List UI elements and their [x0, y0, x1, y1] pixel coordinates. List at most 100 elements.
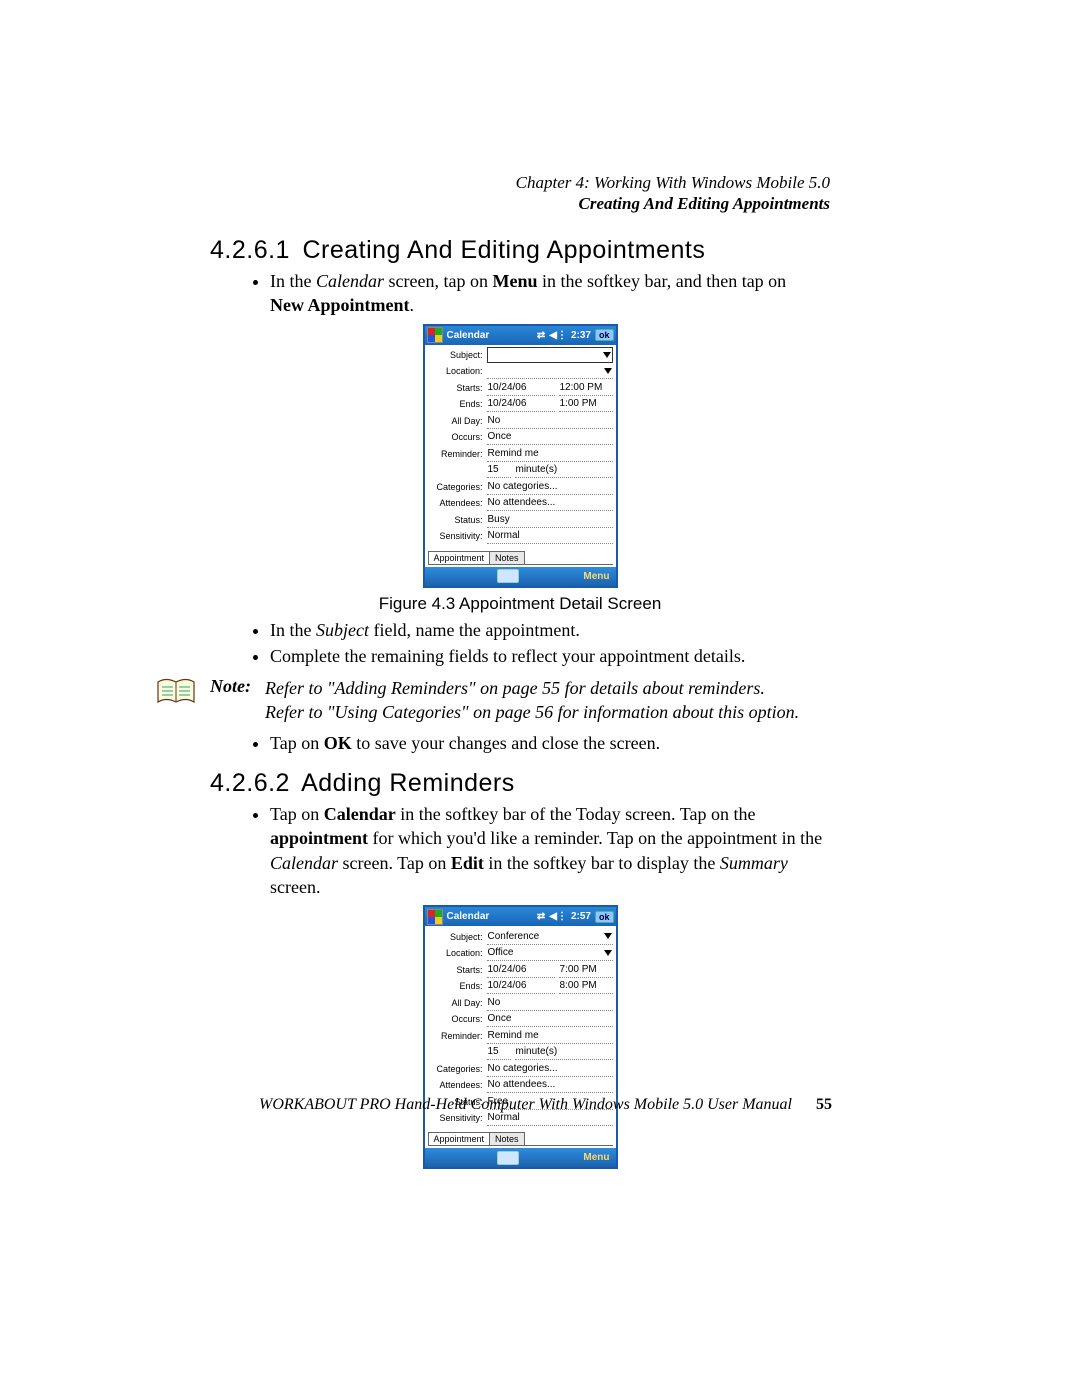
manual-page: Chapter 4: Working With Windows Mobile 5…: [0, 0, 1080, 1397]
ends-date-field[interactable]: 10/24/06: [487, 396, 555, 412]
allday-label: All Day:: [428, 998, 487, 1008]
starts-label: Starts:: [428, 383, 487, 393]
subject-label: Subject:: [428, 350, 487, 360]
wm-tabs: Appointment Notes: [428, 1132, 613, 1146]
subject-input[interactable]: [487, 347, 613, 363]
sensitivity-label: Sensitivity:: [428, 531, 487, 541]
reminder-num-field[interactable]: 15: [487, 1044, 511, 1060]
wm-titlebar: Calendar ⇄ ◀⋮ 2:57 ok: [425, 907, 616, 926]
wm-clock: 2:37: [571, 330, 591, 341]
wm-title: Calendar: [447, 911, 537, 922]
reminder-num-field[interactable]: 15: [487, 462, 511, 478]
reminder-field[interactable]: Remind me: [487, 446, 613, 462]
bullet-item: In the Subject field, name the appointme…: [270, 618, 830, 642]
appointment-detail-screenshot-2: Calendar ⇄ ◀⋮ 2:57 ok Subject: Conferenc…: [423, 905, 618, 1169]
attendees-field[interactable]: No attendees...: [487, 495, 613, 511]
location-field[interactable]: [487, 363, 613, 379]
sensitivity-label: Sensitivity:: [428, 1113, 487, 1123]
allday-field[interactable]: No: [487, 413, 613, 429]
figure-caption: Figure 4.3 Appointment Detail Screen: [210, 594, 830, 614]
appointment-detail-screenshot-1: Calendar ⇄ ◀⋮ 2:37 ok Subject: Location:…: [423, 324, 618, 588]
bullet-item: Tap on Calendar in the softkey bar of th…: [270, 802, 830, 899]
reminder-label: Reminder:: [428, 1031, 487, 1041]
categories-field[interactable]: No categories...: [487, 479, 613, 495]
header-subtitle: Creating And Editing Appointments: [516, 193, 830, 214]
bullet-item: Complete the remaining fields to reflect…: [270, 644, 830, 668]
tab-notes[interactable]: Notes: [489, 1132, 525, 1145]
keyboard-icon[interactable]: [497, 1151, 519, 1165]
ok-button[interactable]: ok: [595, 329, 614, 341]
tab-notes[interactable]: Notes: [489, 551, 525, 564]
bullet-list-1: In the Calendar screen, tap on Menu in t…: [270, 269, 830, 318]
note-book-icon: [156, 676, 210, 713]
bullet-item: Tap on OK to save your changes and close…: [270, 731, 830, 755]
occurs-label: Occurs:: [428, 1014, 487, 1024]
starts-time-field[interactable]: 7:00 PM: [559, 962, 613, 978]
allday-field[interactable]: No: [487, 995, 613, 1011]
speaker-icon: ◀⋮: [549, 330, 567, 341]
wm-titlebar: Calendar ⇄ ◀⋮ 2:37 ok: [425, 326, 616, 345]
footer-text: WORKABOUT PRO Hand-Held Computer With Wi…: [259, 1096, 792, 1113]
sensitivity-field[interactable]: Normal: [487, 528, 613, 544]
attendees-label: Attendees:: [428, 1080, 487, 1090]
note-text: Refer to "Adding Reminders" on page 55 f…: [265, 676, 799, 725]
occurs-field[interactable]: Once: [487, 1011, 613, 1027]
note-label: Note:: [210, 676, 265, 697]
starts-time-field[interactable]: 12:00 PM: [559, 380, 613, 396]
connectivity-icon: ⇄: [537, 330, 545, 341]
dropdown-icon[interactable]: [603, 352, 611, 358]
bullet-item: In the Calendar screen, tap on Menu in t…: [270, 269, 830, 318]
categories-label: Categories:: [428, 1064, 487, 1074]
ends-label: Ends:: [428, 399, 487, 409]
page-content: 4.2.6.1 Creating And Editing Appointment…: [210, 230, 830, 1171]
softkey-menu[interactable]: Menu: [583, 1152, 615, 1163]
reminder-unit-field[interactable]: minute(s): [515, 1044, 613, 1060]
reminder-unit-field[interactable]: minute(s): [515, 462, 613, 478]
wm-clock: 2:57: [571, 911, 591, 922]
section-heading-4261: 4.2.6.1 Creating And Editing Appointment…: [210, 236, 830, 265]
chapter-line: Chapter 4: Working With Windows Mobile 5…: [516, 172, 830, 193]
attendees-field[interactable]: No attendees...: [487, 1077, 613, 1093]
section-number: 4.2.6.1: [210, 236, 295, 265]
section-heading-4262: 4.2.6.2 Adding Reminders: [210, 769, 830, 798]
softkey-menu[interactable]: Menu: [583, 571, 615, 582]
attendees-label: Attendees:: [428, 498, 487, 508]
tab-appointment[interactable]: Appointment: [428, 551, 491, 564]
bullet-list-4: Tap on Calendar in the softkey bar of th…: [270, 802, 830, 899]
dropdown-icon[interactable]: [604, 933, 612, 939]
dropdown-icon[interactable]: [604, 368, 612, 374]
start-flag-icon: [427, 909, 443, 925]
occurs-label: Occurs:: [428, 432, 487, 442]
ends-time-field[interactable]: 8:00 PM: [559, 978, 613, 994]
categories-label: Categories:: [428, 482, 487, 492]
keyboard-icon[interactable]: [497, 569, 519, 583]
status-label: Status:: [428, 515, 487, 525]
section-number: 4.2.6.2: [210, 769, 295, 798]
reminder-field[interactable]: Remind me: [487, 1028, 613, 1044]
wm-form: Subject: Location: Starts: 10/24/06 12:0…: [425, 345, 616, 567]
location-field[interactable]: Office: [487, 945, 613, 961]
subject-label: Subject:: [428, 932, 487, 942]
starts-date-field[interactable]: 10/24/06: [487, 380, 555, 396]
connectivity-icon: ⇄: [537, 911, 545, 922]
starts-label: Starts:: [428, 965, 487, 975]
categories-field[interactable]: No categories...: [487, 1061, 613, 1077]
occurs-field[interactable]: Once: [487, 429, 613, 445]
wm-form: Subject: Conference Location: Office Sta…: [425, 926, 616, 1148]
dropdown-icon[interactable]: [604, 950, 612, 956]
bullet-list-2: In the Subject field, name the appointme…: [270, 618, 830, 669]
start-flag-icon: [427, 327, 443, 343]
ends-date-field[interactable]: 10/24/06: [487, 978, 555, 994]
ends-time-field[interactable]: 1:00 PM: [559, 396, 613, 412]
ends-label: Ends:: [428, 981, 487, 991]
reminder-label: Reminder:: [428, 449, 487, 459]
ok-button[interactable]: ok: [595, 911, 614, 923]
status-field[interactable]: Busy: [487, 512, 613, 528]
tab-appointment[interactable]: Appointment: [428, 1132, 491, 1145]
subject-field[interactable]: Conference: [487, 929, 613, 945]
bullet-list-3: Tap on OK to save your changes and close…: [270, 731, 830, 755]
speaker-icon: ◀⋮: [549, 911, 567, 922]
section-title: Adding Reminders: [301, 769, 515, 797]
wm-tabs: Appointment Notes: [428, 551, 613, 565]
starts-date-field[interactable]: 10/24/06: [487, 962, 555, 978]
